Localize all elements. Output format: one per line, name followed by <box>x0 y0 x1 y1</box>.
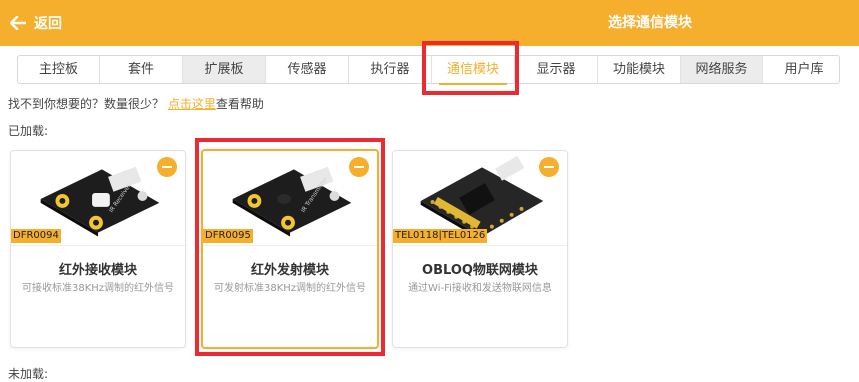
tab-label: 套件 <box>127 62 154 77</box>
tab-label: 传感器 <box>287 62 327 77</box>
remove-module-icon[interactable] <box>539 157 559 177</box>
remove-module-icon[interactable] <box>349 157 369 177</box>
tab-2[interactable]: 扩展板 <box>183 56 266 83</box>
tab-label: 功能模块 <box>612 62 665 77</box>
module-card-obloq[interactable]: TEL0118|TEL0126 OBLOQ物联网模块 通过Wi-Fi接收和发送物… <box>392 150 568 348</box>
tab-label: 显示器 <box>536 62 576 77</box>
page-title: 选择通信模块 <box>608 15 692 31</box>
module-description: 通过Wi-Fi接收和发送物联网信息 <box>408 283 552 294</box>
top-bar: 返回 选择通信模块 <box>0 0 859 46</box>
help-prefix: 找不到你想要的？数量很少？ <box>8 97 165 111</box>
sku-badge: DFR0095 <box>203 229 253 243</box>
tab-0[interactable]: 主控板 <box>18 56 100 83</box>
module-description: 可接收标准38KHz调制的红外信号 <box>21 283 175 294</box>
loaded-section-label: 已加载: <box>8 124 49 138</box>
tab-6[interactable]: 显示器 <box>515 56 598 83</box>
back-label: 返回 <box>34 16 62 32</box>
module-card-ir-transmitter[interactable]: IR Transmitter DFR0095 红外发射模块 可发射标准38KHz… <box>201 149 379 349</box>
tab-9[interactable]: 用户库 <box>763 56 845 83</box>
tab-label: 执行器 <box>370 62 410 77</box>
tab-4[interactable]: 执行器 <box>349 56 432 83</box>
tab-label: 通信模块 <box>438 56 508 85</box>
sku-badge: DFR0094 <box>11 229 61 243</box>
tab-3[interactable]: 传感器 <box>266 56 349 83</box>
category-tabs: 主控板 套件 扩展板 传感器 执行器 通信模块 显示器 功能模块 网络服务 用户库 <box>17 55 840 85</box>
sku-badge: TEL0118|TEL0126 <box>393 229 488 243</box>
tab-5[interactable]: 通信模块 <box>432 56 515 85</box>
help-link[interactable]: 点击这里 <box>168 97 216 111</box>
arrow-left-icon <box>10 16 26 30</box>
divider <box>11 245 185 246</box>
module-description: 可发射标准38KHz调制的红外信号 <box>213 283 367 294</box>
back-button[interactable]: 返回 <box>10 0 62 46</box>
tab-label: 用户库 <box>784 62 824 77</box>
module-card-ir-receiver[interactable]: IR Receiver DFR0094 红外接收模块 可接收标准38KHz调制的… <box>10 150 186 348</box>
tab-label: 扩展板 <box>204 62 244 77</box>
help-suffix: 查看帮助 <box>215 97 264 111</box>
tab-1[interactable]: 套件 <box>100 56 183 83</box>
module-title: OBLOQ物联网模块 <box>422 263 538 278</box>
help-text: 找不到你想要的？数量很少？ 点击这里查看帮助 <box>8 95 264 112</box>
tab-8[interactable]: 网络服务 <box>681 56 763 83</box>
module-title: 红外发射模块 <box>250 263 329 278</box>
divider <box>203 245 377 246</box>
tab-label: 主控板 <box>38 62 78 77</box>
divider <box>393 245 567 246</box>
remove-module-icon[interactable] <box>157 157 177 177</box>
unloaded-section-label: 未加载: <box>8 367 49 381</box>
module-title: 红外接收模块 <box>58 263 137 278</box>
tab-7[interactable]: 功能模块 <box>598 56 681 83</box>
tab-label: 网络服务 <box>695 62 748 77</box>
